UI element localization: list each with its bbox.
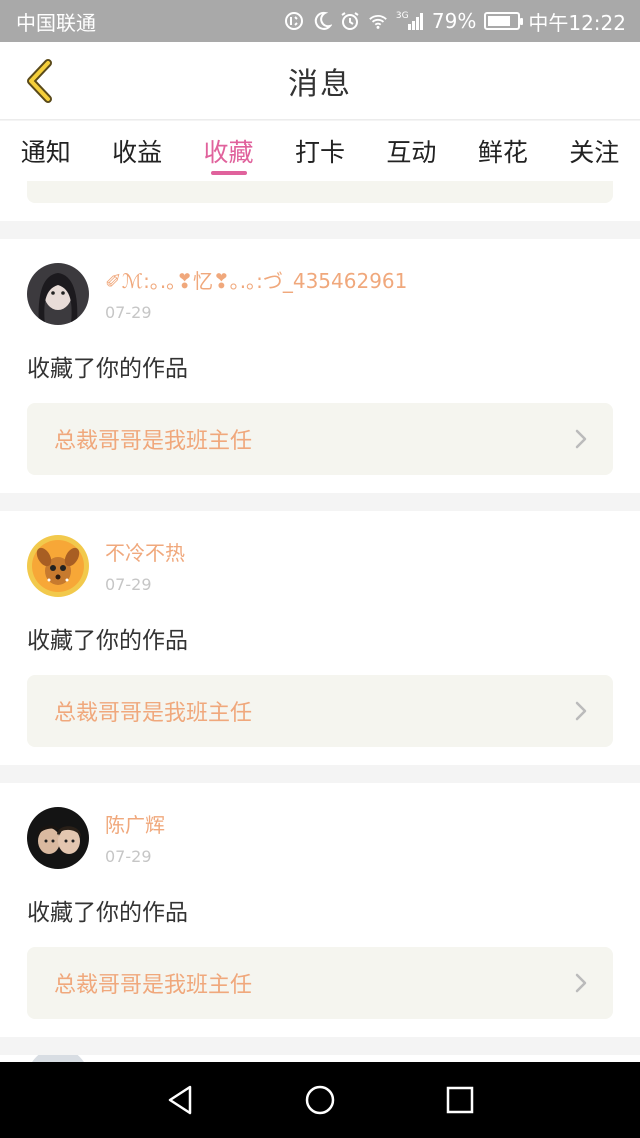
avatar[interactable] (27, 263, 89, 325)
chevron-right-icon (575, 701, 587, 721)
app-header: 消息 (0, 42, 640, 120)
action-text: 收藏了你的作品 (27, 900, 188, 926)
triangle-back-icon (168, 1085, 192, 1115)
tab-following[interactable]: 关注 (549, 121, 640, 181)
list-item: 不冷不热 07-29 收藏了你的作品 总裁哥哥是我班主任 (0, 511, 640, 765)
work-link[interactable]: 总裁哥哥是我班主任 (27, 675, 613, 747)
battery-percent: 79% (431, 9, 477, 33)
date: 07-29 (105, 303, 152, 322)
list-item: 陈广辉 07-29 收藏了你的作品 总裁哥哥是我班主任 (0, 783, 640, 1037)
username[interactable]: 陈广辉 (105, 813, 165, 837)
status-bar: 中国联通 3G 79% 中午12:22 (0, 0, 640, 42)
tab-earnings[interactable]: 收益 (91, 121, 182, 181)
user-row: ✐ℳ:｡.｡❣忆❣｡.｡:づ_435462961 07-29 (27, 263, 613, 327)
tab-notice[interactable]: 通知 (0, 121, 91, 181)
previous-card-stub (0, 181, 640, 221)
username[interactable]: ✐ℳ:｡.｡❣忆❣｡.｡:づ_435462961 (105, 269, 407, 293)
chevron-left-icon (27, 59, 52, 103)
work-link[interactable]: 总裁哥哥是我班主任 (27, 403, 613, 475)
action-text: 收藏了你的作品 (27, 628, 188, 654)
user-meta: ✐ℳ:｡.｡❣忆❣｡.｡:づ_435462961 07-29 (105, 263, 407, 322)
date: 07-29 (105, 847, 152, 866)
avatar[interactable] (27, 807, 89, 869)
user-meta: 不冷不热 07-29 (105, 535, 185, 594)
list-item: ✐ℳ:｡.｡❣忆❣｡.｡:づ_435462961 07-29 收藏了你的作品 总… (0, 239, 640, 493)
user-meta: 陈广辉 07-29 (105, 807, 165, 866)
chevron-right-icon (575, 429, 587, 449)
user-row: 陈广辉 07-29 (27, 807, 613, 871)
work-title: 总裁哥哥是我班主任 (54, 973, 253, 998)
user-row: 不冷不热 07-29 (27, 535, 613, 599)
action-text: 收藏了你的作品 (27, 356, 188, 382)
date: 07-29 (105, 575, 152, 594)
circle-home-icon (305, 1085, 335, 1115)
wifi-icon (368, 11, 388, 31)
previous-work-bar[interactable] (27, 181, 613, 203)
status-icons: 3G 79% 中午12:22 (284, 7, 626, 36)
nav-home-button[interactable] (290, 1070, 350, 1130)
alarm-icon (340, 11, 360, 31)
carrier-label: 中国联通 (16, 10, 96, 35)
work-title: 总裁哥哥是我班主任 (54, 429, 253, 454)
nav-back-button[interactable] (150, 1070, 210, 1130)
tab-bar: 通知 收益 收藏 打卡 互动 鲜花 关注 (0, 121, 640, 181)
network-type-label: 3G (395, 11, 409, 21)
signal-icon: 3G (396, 11, 424, 31)
tab-interaction[interactable]: 互动 (366, 121, 457, 181)
tab-favorites[interactable]: 收藏 (183, 121, 274, 181)
work-link[interactable]: 总裁哥哥是我班主任 (27, 947, 613, 1019)
square-recents-icon (446, 1086, 474, 1114)
system-nav-bar (0, 1062, 640, 1138)
work-title: 总裁哥哥是我班主任 (54, 701, 253, 726)
clock: 中午12:22 (528, 10, 626, 35)
tab-flowers[interactable]: 鲜花 (457, 121, 548, 181)
notification-list: ✐ℳ:｡.｡❣忆❣｡.｡:づ_435462961 07-29 收藏了你的作品 总… (0, 181, 640, 1105)
data-saver-icon (284, 11, 304, 31)
moon-icon (312, 11, 332, 31)
avatar[interactable] (27, 535, 89, 597)
username[interactable]: 不冷不热 (105, 541, 185, 565)
battery-icon (484, 12, 524, 30)
tab-checkin[interactable]: 打卡 (274, 121, 365, 181)
nav-recents-button[interactable] (430, 1070, 490, 1130)
back-button[interactable] (14, 56, 64, 106)
page-title: 消息 (288, 66, 352, 102)
chevron-right-icon (575, 973, 587, 993)
